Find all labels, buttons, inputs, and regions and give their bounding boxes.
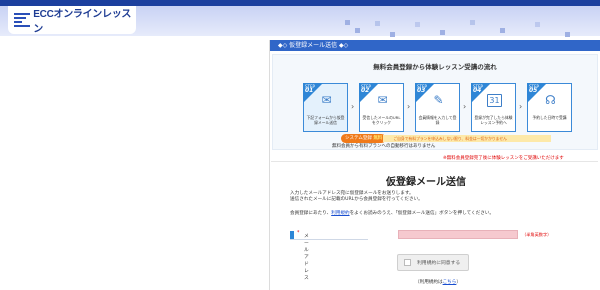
logo-mark-icon — [14, 13, 30, 27]
agree-terms-button[interactable]: 利用規約に同意する — [397, 254, 469, 271]
signup-flow-box: 無料会員登録から体験レッスン受講の流れ STEP 01 ✉ 下記フォームから仮登録… — [272, 54, 598, 150]
step-number: 01 — [305, 87, 314, 94]
panel-heading: ◆◇ 仮登録メール送信 ◆◇ — [270, 40, 600, 51]
email-label: メールアドレス * — [290, 230, 368, 281]
flow-steps: STEP 01 ✉ 下記フォームから仮登録メール送信 › STEP 02 ✉ 受信し… — [277, 83, 599, 133]
chevron-right-icon: › — [519, 102, 523, 111]
consent-suffix: をよくお読みのうえ、「仮登録メール送信」ボタンを押してください。 — [349, 211, 494, 216]
email-row: メールアドレス * （半角英数字） — [290, 230, 590, 281]
step-number: 03 — [417, 87, 426, 94]
step-label: 予約した日時で受講 — [532, 115, 567, 120]
terms-prefix: （利用規約は — [415, 280, 443, 285]
step-number: 04 — [473, 87, 482, 94]
system-registration-row: システム登録 無料 ご自身で有料プランを申込みしない限り、料金は一切かかりません — [341, 134, 552, 143]
step-number: 05 — [529, 87, 538, 94]
label-marker — [290, 231, 294, 239]
logo[interactable]: ECCオンラインレッスン — [8, 6, 136, 35]
email-label-text: メールアドレス — [304, 234, 309, 281]
chevron-right-icon: › — [351, 102, 355, 111]
form-intro-line-2: 送信されたメールに記載のURLから会員登録を行ってください。 — [290, 197, 423, 202]
step-label: 登録が完了したら体験レッスン予約へ — [474, 115, 513, 125]
step-label: 会員情報を入力して登録 — [418, 115, 457, 125]
email-input[interactable] — [398, 230, 518, 239]
signup-panel: ◆◇ 仮登録メール送信 ◆◇ 無料会員登録から体験レッスン受講の流れ STEP 0… — [269, 40, 600, 290]
chevron-right-icon: › — [463, 102, 467, 111]
terms-suffix: ） — [456, 280, 461, 285]
system-registration-note: ご自身で有料プランを申込みしない限り、料金は一切かかりません — [383, 135, 552, 142]
system-registration-badge: システム登録 無料 — [341, 134, 387, 143]
terms-line: （利用規約はこちら） — [415, 279, 461, 285]
flow-step-1: STEP 01 ✉ 下記フォームから仮登録メール送信 — [303, 83, 348, 132]
chevron-right-icon: › — [407, 102, 411, 111]
flow-title: 無料会員登録から体験レッスン受講の流れ — [373, 63, 497, 71]
auto-upgrade-note: 無料会員から有料プランへの自動移行はありません — [332, 144, 436, 149]
system-badge-label: システム登録 — [345, 136, 372, 141]
decorative-pattern — [330, 16, 590, 40]
mail-icon: ✉ — [321, 93, 332, 107]
flow-step-4: STEP 04 31 登録が完了したら体験レッスン予約へ — [471, 83, 516, 132]
terms-link[interactable]: 利用規約 — [331, 211, 349, 216]
consent-text: 会員登録にあたり、利用規約をよくお読みのうえ、「仮登録メール送信」ボタンを押して… — [290, 211, 494, 217]
flow-step-5: STEP 05 ☊ 予約した日時で受講 — [527, 83, 572, 132]
flow-step-2: STEP 02 ✉ 受信したメールのURLをクリック — [359, 83, 404, 132]
calendar-icon: 31 — [487, 94, 502, 107]
required-mark: * — [297, 231, 300, 236]
agree-checkbox[interactable] — [404, 259, 411, 266]
pencil-icon: ✎ — [433, 93, 444, 107]
step-number: 02 — [361, 87, 370, 94]
flow-step-3: STEP 03 ✎ 会員情報を入力して登録 — [415, 83, 460, 132]
step-label: 下記フォームから仮登録メール送信 — [306, 115, 345, 125]
agree-button-label: 利用規約に同意する — [417, 261, 461, 266]
terms-here-link[interactable]: こちら — [443, 280, 457, 285]
email-format-note: （半角英数字） — [522, 232, 552, 237]
form-title: 仮登録メール送信 — [386, 177, 466, 188]
logo-text: ECCオンラインレッスン — [33, 9, 132, 35]
consent-prefix: 会員登録にあたり、 — [290, 211, 332, 216]
divider — [271, 161, 598, 162]
system-badge-free: 無料 — [373, 136, 383, 141]
form-intro-line-1: 入力したメールアドレス宛に仮登録メールをお送りします。 — [290, 191, 414, 196]
mail-link-icon: ✉ — [377, 93, 388, 107]
step-label: 受信したメールのURLをクリック — [362, 115, 401, 125]
headset-icon: ☊ — [545, 93, 556, 107]
